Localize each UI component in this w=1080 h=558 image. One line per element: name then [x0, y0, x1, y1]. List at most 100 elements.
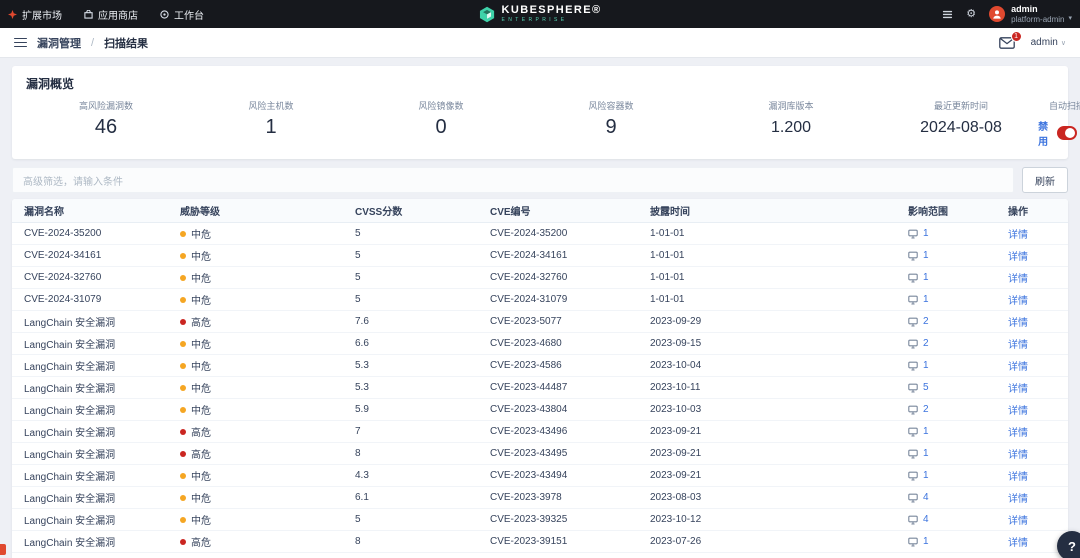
detail-link[interactable]: 详情: [1008, 274, 1028, 285]
autoscan-disable-label[interactable]: 禁用: [1036, 118, 1050, 148]
advanced-filter-input[interactable]: 高级筛选，请输入条件: [12, 167, 1014, 193]
col-disclosure-date[interactable]: 披露时间: [638, 203, 896, 218]
severity-label: 中危: [191, 362, 211, 373]
user-role: platform-admin: [1011, 14, 1065, 24]
grid-icon[interactable]: [942, 9, 953, 20]
detail-link[interactable]: 详情: [1008, 472, 1028, 483]
actions-cell: 详情: [996, 490, 1068, 505]
vuln-name: LangChain 安全漏洞: [24, 384, 116, 395]
detail-link[interactable]: 详情: [1008, 450, 1028, 461]
col-cvss-score[interactable]: CVSS分数: [343, 203, 478, 218]
nav-workbench[interactable]: 工作台: [160, 7, 204, 22]
impact-scope-count[interactable]: 1: [923, 448, 929, 459]
bottom-left-badge: [0, 544, 6, 555]
chevron-down-icon: ▾: [1068, 15, 1072, 23]
vuln-name: LangChain 安全漏洞: [24, 516, 116, 527]
detail-link[interactable]: 详情: [1008, 428, 1028, 439]
cve-id: CVE-2024-32760: [490, 272, 568, 283]
impact-scope-count[interactable]: 1: [923, 536, 929, 547]
topbar-right: ⚙ admin platform-admin ▾: [942, 4, 1072, 24]
detail-link[interactable]: 详情: [1008, 340, 1028, 351]
severity-cell: 中危: [168, 336, 343, 351]
app-store-icon: [84, 9, 93, 19]
impact-scope-count[interactable]: 4: [923, 514, 929, 525]
cvss-score: 6.1: [355, 492, 369, 503]
impact-scope-count[interactable]: 2: [923, 316, 929, 327]
table-row: LangChain 安全漏洞 中危 6.1 CVE-2023-3978 2023…: [12, 487, 1068, 509]
cve-id: CVE-2023-43495: [490, 448, 568, 459]
logo-title: KUBESPHERE®: [501, 4, 602, 16]
impact-scope-count[interactable]: 2: [923, 338, 929, 349]
breadcrumb-current: 扫描结果: [104, 37, 149, 50]
actions-cell: 详情: [996, 248, 1068, 263]
detail-link[interactable]: 详情: [1008, 406, 1028, 417]
disclosure-date: 2023-09-21: [650, 470, 702, 481]
detail-link[interactable]: 详情: [1008, 230, 1028, 241]
disclosure-date: 2023-09-21: [650, 426, 702, 437]
severity-label: 高危: [191, 428, 211, 439]
impact-scope-cell: 1: [896, 536, 996, 547]
page-user-menu[interactable]: admin ∨: [1031, 37, 1066, 48]
gear-icon[interactable]: ⚙: [966, 8, 976, 20]
help-button[interactable]: ?: [1057, 531, 1080, 558]
stat-risk-images: 风险镜像数 0: [418, 101, 464, 138]
detail-link[interactable]: 详情: [1008, 296, 1028, 307]
menu-icon[interactable]: [14, 37, 27, 48]
detail-link[interactable]: 详情: [1008, 384, 1028, 395]
col-vuln-name[interactable]: 漏洞名称: [12, 203, 168, 218]
detail-link[interactable]: 详情: [1008, 362, 1028, 373]
host-icon: [908, 515, 918, 525]
host-icon: [908, 361, 918, 371]
cvss-score: 5: [355, 294, 361, 305]
impact-scope-count[interactable]: 4: [923, 492, 929, 503]
detail-link[interactable]: 详情: [1008, 494, 1028, 505]
col-impact-scope[interactable]: 影响范围: [896, 203, 996, 218]
detail-link[interactable]: 详情: [1008, 516, 1028, 527]
actions-cell: 详情: [996, 314, 1068, 329]
nav-label: 应用商店: [98, 10, 138, 22]
severity-label: 中危: [191, 516, 211, 527]
table-row: LangChain 安全漏洞 高危 7.5 CVE-2023-37920 202…: [12, 553, 1068, 558]
vuln-name: LangChain 安全漏洞: [24, 428, 116, 439]
main-content: 漏洞概览 高风险漏洞数 46 风险主机数 1 风险镜像数 0 风险容器数 9 漏…: [0, 58, 1080, 558]
impact-scope-count[interactable]: 1: [923, 360, 929, 371]
actions-cell: 详情: [996, 424, 1068, 439]
severity-cell: 中危: [168, 358, 343, 373]
impact-scope-count[interactable]: 5: [923, 382, 929, 393]
impact-scope-count[interactable]: 1: [923, 228, 929, 239]
detail-link[interactable]: 详情: [1008, 538, 1028, 549]
impact-scope-cell: 2: [896, 404, 996, 415]
notifications-button[interactable]: 1: [998, 30, 1022, 49]
disclosure-date: 2023-10-11: [650, 382, 701, 393]
severity-cell: 中危: [168, 270, 343, 285]
impact-scope-count[interactable]: 2: [923, 404, 929, 415]
nav-extension-market[interactable]: 扩展市场: [8, 7, 62, 22]
cvss-score: 8: [355, 536, 361, 547]
cve-id: CVE-2024-34161: [490, 250, 568, 261]
table-row: LangChain 安全漏洞 中危 5 CVE-2023-39325 2023-…: [12, 509, 1068, 531]
detail-link[interactable]: 详情: [1008, 252, 1028, 263]
disclosure-date: 1-01-01: [650, 228, 685, 239]
detail-link[interactable]: 详情: [1008, 318, 1028, 329]
kubesphere-logo-mark: [479, 6, 496, 23]
impact-scope-count[interactable]: 1: [923, 272, 929, 283]
col-threat-level[interactable]: 威胁等级: [168, 203, 343, 218]
refresh-button[interactable]: 刷新: [1022, 167, 1068, 193]
breadcrumb-section[interactable]: 漏洞管理: [37, 35, 81, 51]
impact-scope-count[interactable]: 1: [923, 470, 929, 481]
global-topbar: 扩展市场 应用商店 工作台 KUBESPHERE® ENTERPRISE ⚙ a…: [0, 0, 1080, 28]
stat-risk-containers: 风险容器数 9: [588, 101, 634, 138]
impact-scope-count[interactable]: 1: [923, 426, 929, 437]
nav-app-store[interactable]: 应用商店: [84, 7, 138, 22]
vuln-table-body: CVE-2024-35200 中危 5 CVE-2024-35200 1-01-…: [12, 223, 1068, 558]
actions-cell: 详情: [996, 270, 1068, 285]
autoscan-toggle[interactable]: [1057, 126, 1077, 140]
impact-scope-count[interactable]: 1: [923, 250, 929, 261]
severity-label: 中危: [191, 296, 211, 307]
vuln-name: LangChain 安全漏洞: [24, 494, 116, 505]
impact-scope-count[interactable]: 1: [923, 294, 929, 305]
user-menu[interactable]: admin platform-admin ▾: [989, 4, 1072, 24]
severity-label: 中危: [191, 384, 211, 395]
col-cve-id[interactable]: CVE编号: [478, 203, 638, 218]
impact-scope-cell: 4: [896, 492, 996, 503]
